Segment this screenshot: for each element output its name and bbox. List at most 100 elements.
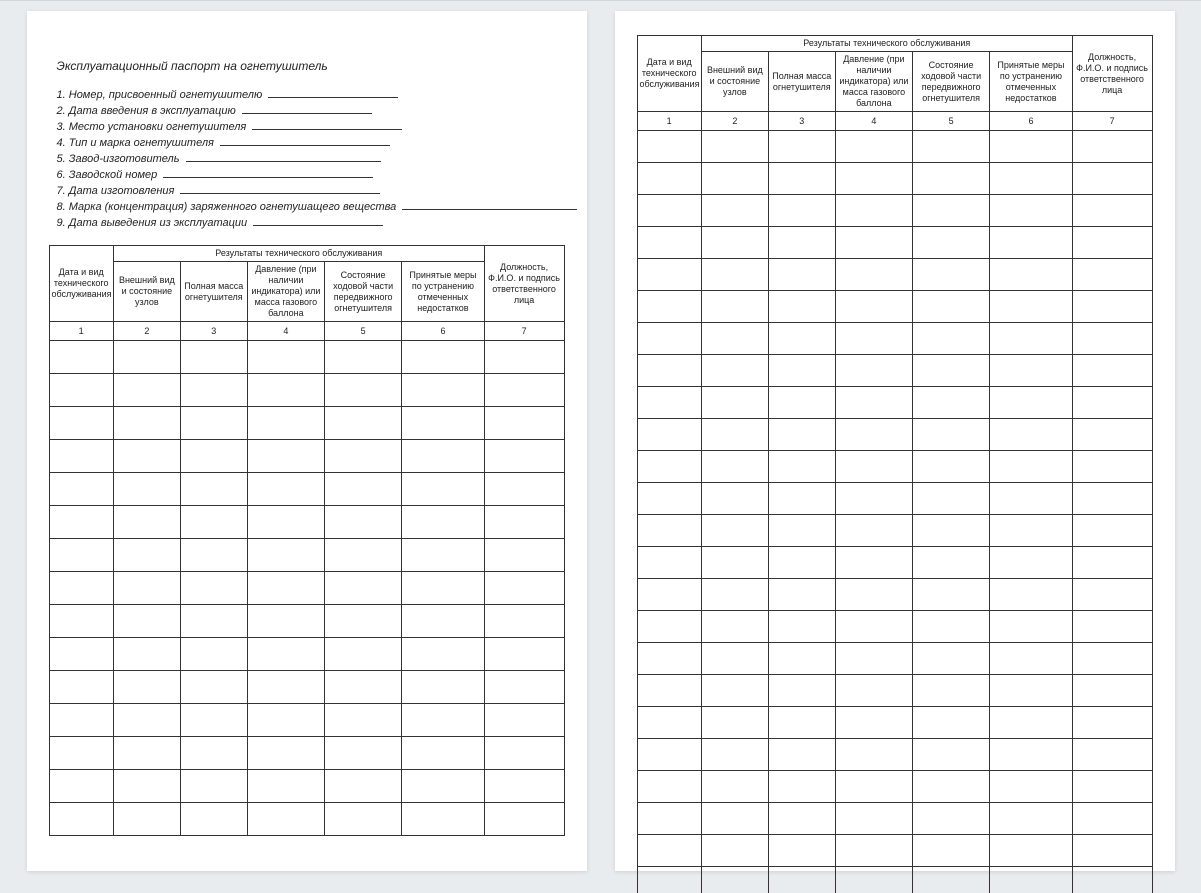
table-cell — [49, 704, 113, 737]
table-cell — [49, 539, 113, 572]
table-cell — [1072, 579, 1152, 611]
table-cell — [180, 803, 247, 836]
table-cell — [835, 163, 912, 195]
table-row — [637, 227, 1152, 259]
table-cell — [180, 638, 247, 671]
table-cell — [484, 737, 564, 770]
field-number: 2. — [57, 105, 66, 117]
col-num-6: 6 — [990, 112, 1072, 131]
table-cell — [768, 547, 835, 579]
table-row — [637, 291, 1152, 323]
table-cell — [113, 638, 180, 671]
page-spread: Эксплуатационный паспорт на огнетушитель… — [0, 1, 1201, 871]
table-row — [49, 407, 564, 440]
table-row — [49, 440, 564, 473]
table-cell — [835, 611, 912, 643]
table-cell — [768, 803, 835, 835]
table-cell — [701, 323, 768, 355]
table-cell — [402, 671, 484, 704]
table-cell — [913, 643, 990, 675]
table-row — [49, 770, 564, 803]
table-cell — [1072, 515, 1152, 547]
table-row — [637, 323, 1152, 355]
table-cell — [180, 704, 247, 737]
col-num-3: 3 — [768, 112, 835, 131]
table-cell — [637, 259, 701, 291]
table-cell — [701, 707, 768, 739]
table-cell — [913, 451, 990, 483]
table-row — [49, 506, 564, 539]
table-cell — [325, 737, 402, 770]
table-cell — [247, 803, 324, 836]
field-label: Заводской номер — [69, 169, 158, 181]
field-row: 5. Завод-изготовитель — [57, 151, 565, 167]
table-cell — [990, 867, 1072, 893]
table-cell — [49, 572, 113, 605]
col-header-1: Дата и вид технического обслуживания — [49, 246, 113, 322]
maintenance-table-left: Дата и вид технического обслуживания Рез… — [49, 245, 565, 836]
col-group-header: Результаты технического обслуживания — [701, 36, 1072, 52]
table-cell — [990, 515, 1072, 547]
table-row — [637, 195, 1152, 227]
table-cell — [402, 770, 484, 803]
field-blank-line — [402, 199, 577, 210]
table-cell — [835, 227, 912, 259]
table-cell — [990, 227, 1072, 259]
table-cell — [402, 704, 484, 737]
table-cell — [402, 374, 484, 407]
table-cell — [1072, 835, 1152, 867]
field-label: Дата изготовления — [69, 185, 175, 197]
table-cell — [1072, 771, 1152, 803]
table-cell — [1072, 323, 1152, 355]
col-header-1: Дата и вид технического обслуживания — [637, 36, 701, 112]
col-num-2: 2 — [113, 322, 180, 341]
table-cell — [913, 259, 990, 291]
table-cell — [768, 835, 835, 867]
table-row — [637, 387, 1152, 419]
table-row — [637, 419, 1152, 451]
table-cell — [113, 407, 180, 440]
table-body-right — [637, 131, 1152, 893]
table-cell — [701, 387, 768, 419]
table-cell — [484, 506, 564, 539]
table-cell — [768, 483, 835, 515]
table-cell — [701, 451, 768, 483]
field-label: Марка (концентрация) заряженного огнетуш… — [69, 201, 397, 213]
table-cell — [990, 643, 1072, 675]
table-cell — [835, 771, 912, 803]
table-cell — [247, 374, 324, 407]
table-row — [637, 771, 1152, 803]
table-cell — [247, 539, 324, 572]
table-cell — [913, 579, 990, 611]
table-cell — [325, 770, 402, 803]
table-cell — [484, 374, 564, 407]
field-label: Номер, присвоенный огнетушителю — [69, 89, 263, 101]
table-cell — [484, 341, 564, 374]
table-cell — [701, 675, 768, 707]
table-cell — [325, 638, 402, 671]
table-cell — [113, 704, 180, 737]
table-row — [49, 605, 564, 638]
table-cell — [701, 291, 768, 323]
table-cell — [701, 227, 768, 259]
table-row — [637, 611, 1152, 643]
table-cell — [325, 605, 402, 638]
table-cell — [325, 473, 402, 506]
table-cell — [113, 770, 180, 803]
table-cell — [637, 291, 701, 323]
field-label: Место установки огнетушителя — [69, 121, 247, 133]
table-cell — [913, 611, 990, 643]
table-cell — [913, 835, 990, 867]
table-cell — [768, 387, 835, 419]
table-cell — [701, 259, 768, 291]
table-cell — [402, 638, 484, 671]
table-cell — [913, 355, 990, 387]
table-row — [637, 355, 1152, 387]
col-num-6: 6 — [402, 322, 484, 341]
table-cell — [113, 737, 180, 770]
table-row — [637, 131, 1152, 163]
table-cell — [913, 867, 990, 893]
table-cell — [180, 407, 247, 440]
table-cell — [768, 259, 835, 291]
field-row: 4. Тип и марка огнетушителя — [57, 135, 565, 151]
